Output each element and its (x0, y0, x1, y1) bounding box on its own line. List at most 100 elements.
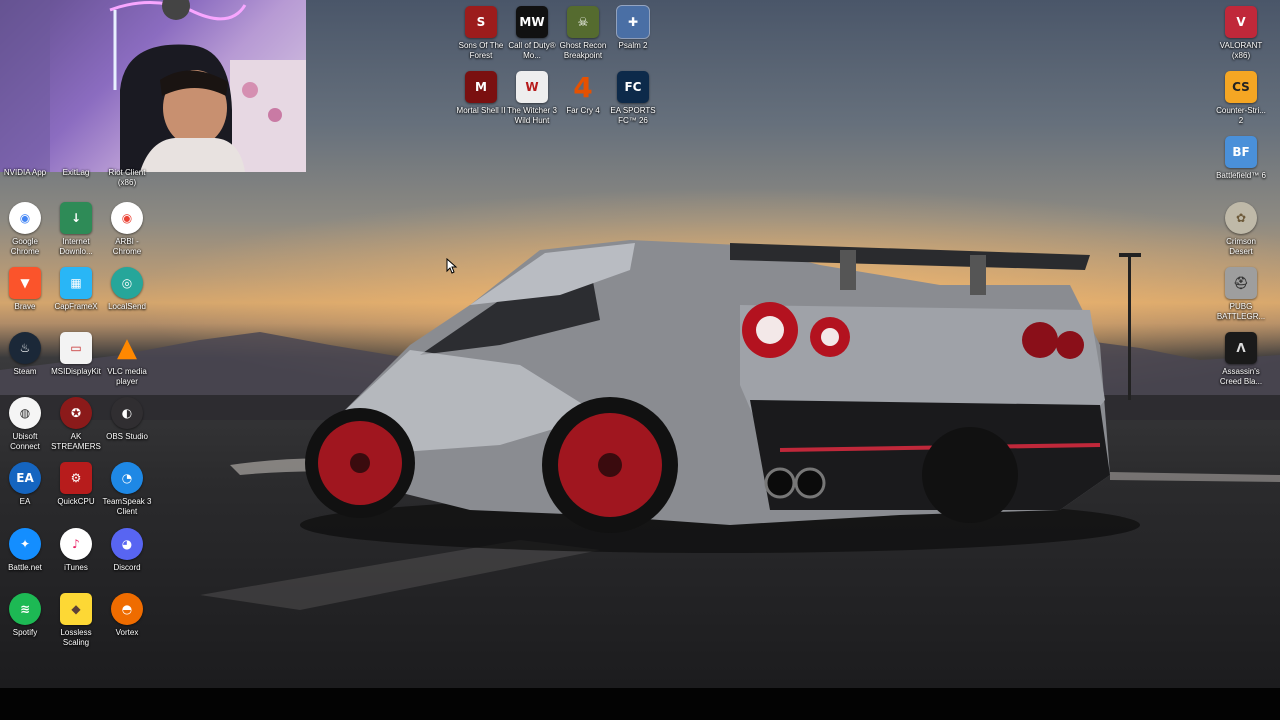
desktop-icon-sons-of-the-forest[interactable]: S Sons Of The Forest (456, 4, 506, 66)
desktop-icon-google-chrome[interactable]: ◉ Google Chrome (0, 200, 50, 262)
far-cry-4-icon: 4 (573, 70, 593, 104)
desktop-icon-discord[interactable]: ◕ Discord (102, 526, 152, 588)
counter-strike-label: Counter-Stri... 2 (1216, 106, 1266, 125)
battlenet-icon: ✦ (9, 528, 41, 560)
desktop-icon-internet-download-manager[interactable]: ↓ Internet Downlo... (51, 200, 101, 262)
teamspeak-label: TeamSpeak 3 Client (102, 497, 152, 516)
desktop-icon-pubg[interactable]: ⛑ PUBG BATTLEGR... (1216, 265, 1266, 327)
desktop-icon-crimson-desert[interactable]: ✿ Crimson Desert (1216, 200, 1266, 262)
msidisplaykit-label: MSIDisplayKit (51, 367, 101, 376)
desktop-icon-counter-strike-2[interactable]: CS Counter-Stri... 2 (1216, 69, 1266, 131)
desktop-icon-msidisplaykit[interactable]: ▭ MSIDisplayKit (51, 330, 101, 392)
desktop-icon-arbi-chrome[interactable]: ◉ ARBI - Chrome (102, 200, 152, 262)
vortex-icon: ◓ (111, 593, 143, 625)
obs-icon: ◐ (111, 397, 143, 429)
ubisoft-connect-label: Ubisoft Connect (10, 432, 40, 451)
spotify-icon: ≋ (9, 593, 41, 625)
desktop-icon-far-cry-4[interactable]: 4 Far Cry 4 (558, 69, 608, 131)
localsend-label: LocalSend (108, 302, 146, 311)
far-cry-4-label: Far Cry 4 (566, 106, 600, 115)
desktop-icon-localsend[interactable]: ◎ LocalSend (102, 265, 152, 327)
chrome-icon: ◉ (9, 202, 41, 234)
desktop-icon-witcher-3[interactable]: W The Witcher 3 Wild Hunt (507, 69, 557, 131)
vortex-label: Vortex (115, 628, 139, 637)
mortal-shell-icon: M (465, 71, 497, 103)
ea-fc26-label: EA SPORTS FC™ 26 (610, 106, 656, 125)
desktop-wallpaper[interactable]: NVIDIA App ExitLag Riot Client (x86) ◉ G… (0, 0, 1280, 688)
brave-label: Brave (14, 302, 36, 311)
witcher-3-label: The Witcher 3 Wild Hunt (507, 106, 557, 125)
desktop-icon-itunes[interactable]: ♪ iTunes (51, 526, 101, 588)
desktop-icon-brave[interactable]: ▼ Brave (0, 265, 50, 327)
exitlag-label: ExitLag (62, 168, 90, 177)
brave-icon: ▼ (9, 267, 41, 299)
desktop-icon-lossless-scaling[interactable]: ◆ Lossless Scaling (51, 591, 101, 653)
mouse-cursor-icon (446, 258, 458, 274)
bottom-black-bar (0, 688, 1280, 720)
desktop-icon-steam[interactable]: ♨ Steam (0, 330, 50, 392)
desktop-icon-ea-fc26[interactable]: FC EA SPORTS FC™ 26 (608, 69, 658, 131)
steam-label: Steam (13, 367, 37, 376)
itunes-icon: ♪ (60, 528, 92, 560)
battlefield-label: Battlefield™ 6 (1216, 171, 1266, 180)
mortal-shell-label: Mortal Shell II (456, 106, 506, 115)
pubg-icon: ⛑ (1225, 267, 1257, 299)
desktop-icon-teamspeak[interactable]: ◔ TeamSpeak 3 Client (102, 460, 152, 522)
desktop-icon-battlefield-6[interactable]: BF Battlefield™ 6 (1216, 134, 1266, 196)
capframex-label: CapFrameX (54, 302, 98, 311)
battlefield-icon: BF (1225, 136, 1257, 168)
lossless-scaling-label: Lossless Scaling (60, 628, 92, 647)
assassins-creed-label: Assassin's Creed Bla... (1219, 367, 1263, 386)
ea-fc26-icon: FC (617, 71, 649, 103)
witcher3-icon: W (516, 71, 548, 103)
desktop-icon-vortex[interactable]: ◓ Vortex (102, 591, 152, 653)
crimson-desert-icon: ✿ (1225, 202, 1257, 234)
desktop-icon-psalm-2[interactable]: ✚ Psalm 2 (608, 4, 658, 66)
call-of-duty-icon: MW (516, 6, 548, 38)
ea-icon: EA (9, 462, 41, 494)
desktop-icon-mortal-shell[interactable]: M Mortal Shell II (456, 69, 506, 131)
call-of-duty-label: Call of Duty® Mo... (508, 41, 556, 60)
ea-label: EA (19, 497, 31, 506)
spotify-label: Spotify (12, 628, 38, 637)
idm-label: Internet Downlo... (59, 237, 93, 256)
chrome-profile-icon: ◉ (111, 202, 143, 234)
pubg-label: PUBG BATTLEGR... (1216, 302, 1266, 321)
riot-client-label: Riot Client (x86) (108, 168, 146, 187)
desktop-icon-battle-net[interactable]: ✦ Battle.net (0, 526, 50, 588)
desktop-icon-call-of-duty[interactable]: MW Call of Duty® Mo... (507, 4, 557, 66)
vlc-label: VLC media player (107, 367, 147, 386)
desktop-icon-capframex[interactable]: ▦ CapFrameX (51, 265, 101, 327)
desktop-icon-ubisoft-connect[interactable]: ◍ Ubisoft Connect (0, 395, 50, 457)
itunes-label: iTunes (64, 563, 88, 572)
discord-icon: ◕ (111, 528, 143, 560)
desktop-icon-spotify[interactable]: ≋ Spotify (0, 591, 50, 653)
counter-strike-icon: CS (1225, 71, 1257, 103)
desktop-icon-obs-studio[interactable]: ◐ OBS Studio (102, 395, 152, 457)
desktop-icon-ea[interactable]: EA EA (0, 460, 50, 522)
ak-streamers-label: AK STREAMERS (51, 432, 101, 451)
discord-label: Discord (113, 563, 141, 572)
ghost-recon-label: Ghost Recon Breakpoint (559, 41, 607, 60)
teamspeak-icon: ◔ (111, 462, 143, 494)
battle-net-label: Battle.net (8, 563, 42, 572)
webcam-overlay (0, 0, 306, 172)
steam-icon: ♨ (9, 332, 41, 364)
desktop-icon-quickcpu[interactable]: ⚙ QuickCPU (51, 460, 101, 522)
ak-streamers-icon: ✪ (60, 397, 92, 429)
sons-of-the-forest-icon: S (465, 6, 497, 38)
arbi-chrome-label: ARBI - Chrome (112, 237, 142, 256)
desktop-icon-ak-streamers[interactable]: ✪ AK STREAMERS (51, 395, 101, 457)
localsend-icon: ◎ (111, 267, 143, 299)
psalm2-icon: ✚ (616, 5, 650, 39)
valorant-label: VALORANT (x86) (1219, 41, 1263, 60)
desktop-icon-assassins-creed[interactable]: Λ Assassin's Creed Bla... (1216, 330, 1266, 392)
obs-studio-label: OBS Studio (106, 432, 148, 441)
capframex-icon: ▦ (60, 267, 92, 299)
desktop-icon-valorant[interactable]: V VALORANT (x86) (1216, 4, 1266, 66)
desktop-icon-vlc[interactable]: ▲ VLC media player (102, 330, 152, 392)
quickcpu-label: QuickCPU (57, 497, 95, 506)
desktop-icon-ghost-recon[interactable]: ☠ Ghost Recon Breakpoint (558, 4, 608, 66)
psalm-2-label: Psalm 2 (618, 41, 648, 50)
valorant-icon: V (1225, 6, 1257, 38)
